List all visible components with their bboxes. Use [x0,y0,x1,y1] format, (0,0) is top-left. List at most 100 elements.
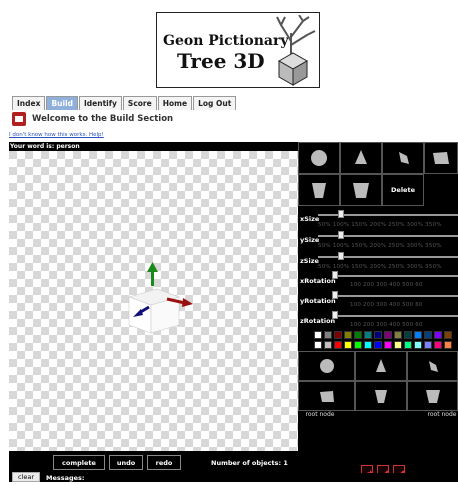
tab-index[interactable]: Index [12,96,46,110]
color-swatch[interactable] [424,341,432,349]
color-swatch[interactable] [344,331,352,339]
color-swatch[interactable] [314,331,322,339]
object-count: Number of objects: 1 [211,459,288,467]
color-swatch[interactable] [424,331,432,339]
clear-button[interactable]: clear [12,472,40,482]
wedge-icon [399,152,409,164]
color-swatch[interactable] [374,331,382,339]
xrotation-label: xRotation [300,277,336,285]
zrotation-track[interactable] [334,315,458,317]
tree-node-bucket[interactable] [407,381,458,411]
yrotation-ticks: 100 200 300 400 500 60 [350,302,423,308]
shape-sphere-button[interactable] [298,142,340,174]
section-title: Welcome to the Build Section [32,113,174,124]
xsize-slider-thumb[interactable] [338,210,344,218]
undo-button[interactable]: undo [109,455,143,470]
delete-button[interactable]: Delete [382,174,424,206]
color-swatch[interactable] [384,341,392,349]
zsize-slider-thumb[interactable] [338,252,344,260]
color-swatch[interactable] [414,341,422,349]
build-section-icon [12,111,26,126]
ysize-label: ySize [300,236,320,244]
xrotation-slider-thumb[interactable] [332,271,338,279]
ysize-ticks: 50% 100% 150% 200% 250% 300% 350% [318,243,442,249]
color-swatch[interactable] [434,341,442,349]
cup-icon [312,183,326,198]
color-swatch[interactable] [334,341,342,349]
tree-node-trapezoid[interactable] [298,381,355,411]
shape-bucket-button[interactable] [340,174,382,206]
color-swatch[interactable] [394,341,402,349]
color-swatch[interactable] [404,341,412,349]
yrotation-slider-thumb[interactable] [332,291,338,299]
tree-cube-icon [276,15,316,86]
section-header: Welcome to the Build Section [12,110,452,127]
tab-score[interactable]: Score [122,96,157,110]
zrotation-ticks: 100 200 300 400 500 60 [350,322,423,328]
color-swatch[interactable] [334,331,342,339]
color-swatch[interactable] [404,331,412,339]
zsize-label: zSize [300,257,319,265]
color-swatch[interactable] [364,341,372,349]
messages-label: Messages: [46,474,85,482]
zrotation-slider-thumb[interactable] [332,311,338,319]
zrotation-label: zRotation [300,317,336,325]
main-tabs: Index Build Identify Score Home Log Out [12,96,237,110]
root-node-left: root node [305,411,335,418]
tree-node-cup[interactable] [355,381,407,411]
tab-identify[interactable]: Identify [79,96,122,110]
color-swatch[interactable] [434,331,442,339]
xrotation-ticks: 100 200 300 400 500 60 [350,282,423,288]
logo-title-line2: Tree 3D [177,49,265,73]
trapezoid-icon [433,152,449,164]
yrotation-label: yRotation [300,297,336,305]
trapezoid-icon [319,391,334,402]
xrotation-track[interactable] [334,275,458,277]
app-logo: Geon Pictionary Tree 3D [156,12,320,88]
tree-node-sphere[interactable] [298,351,355,381]
selected-cube-object[interactable] [119,255,209,345]
delete-label: Delete [391,186,415,194]
tab-build[interactable]: Build [46,96,79,110]
shape-trapezoid-button[interactable] [424,142,458,174]
cone-icon [355,150,367,164]
tree-node-cone[interactable] [355,351,407,381]
xsize-ticks: 50% 100% 150% 200% 250% 300% 350% [318,222,442,228]
bucket-icon [425,390,440,403]
root-node-right: root node [427,411,457,418]
color-swatch[interactable] [444,341,452,349]
color-swatch[interactable] [354,331,362,339]
redo-button[interactable]: redo [147,455,181,470]
color-swatch[interactable] [374,341,382,349]
tree-node-wedge[interactable] [407,351,458,381]
word-prompt: Your word is: person [9,142,298,151]
sphere-icon [319,359,334,373]
shape-cone-button[interactable] [340,142,382,174]
cup-icon [375,390,387,403]
tool-panel: Delete xSize 50% 100% 150% 200% 250% 300… [298,142,458,451]
color-swatch[interactable] [384,331,392,339]
color-swatch[interactable] [354,341,362,349]
wedge-icon [428,361,438,372]
xsize-label: xSize [300,215,320,223]
shape-cup-button[interactable] [298,174,340,206]
bucket-icon [353,183,369,198]
color-swatch[interactable] [324,341,332,349]
color-swatch[interactable] [364,331,372,339]
help-link[interactable]: I don't know how this works. Help! [9,132,104,138]
color-swatch[interactable] [444,331,452,339]
color-swatch[interactable] [414,331,422,339]
cone-icon [376,359,386,372]
color-swatch[interactable] [394,331,402,339]
sphere-icon [311,150,327,166]
ysize-slider-thumb[interactable] [338,231,344,239]
tab-home[interactable]: Home [157,96,193,110]
tab-logout[interactable]: Log Out [193,96,237,110]
build-canvas[interactable] [9,143,298,451]
shape-wedge-button[interactable] [382,142,424,174]
color-swatch[interactable] [314,341,322,349]
complete-button[interactable]: complete [53,455,105,470]
color-swatch[interactable] [324,331,332,339]
yrotation-track[interactable] [334,295,458,297]
color-swatch[interactable] [344,341,352,349]
